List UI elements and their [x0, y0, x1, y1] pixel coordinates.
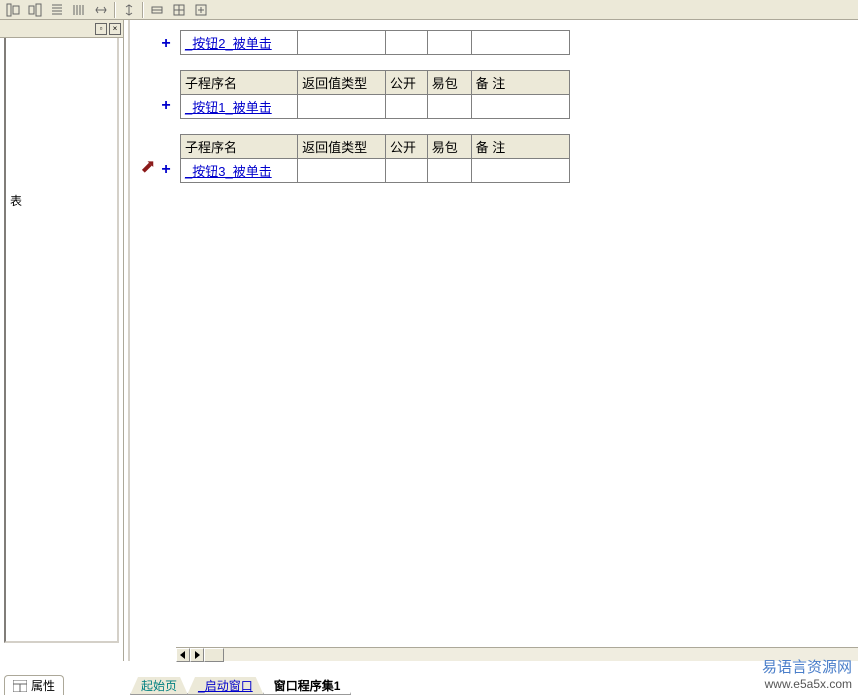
cell-remark[interactable]: [471, 159, 569, 183]
tab-startup-window[interactable]: _启动窗口: [187, 677, 264, 695]
tool-size-h-icon[interactable]: [90, 1, 112, 19]
table-header-row: 子程序名 返回值类型 公开 易包 备 注: [181, 71, 570, 95]
tool-grid-icon[interactable]: [146, 1, 168, 19]
procedure-link[interactable]: _按钮2_被单击: [185, 36, 272, 51]
cell-public[interactable]: [385, 159, 427, 183]
expand-icon[interactable]: +: [160, 100, 172, 112]
cell-return-type[interactable]: [298, 31, 386, 55]
horizontal-scrollbar[interactable]: [176, 647, 858, 661]
code-area[interactable]: _按钮2_被单击 子程序名 返回值类型 公开 易包 备 注 _按钮1_被单击: [178, 20, 858, 648]
left-panel-titlebar: ▫ ×: [0, 20, 123, 38]
panel-close-icon[interactable]: ×: [109, 23, 121, 35]
header-remark: 备 注: [471, 71, 569, 95]
cell-public[interactable]: [385, 31, 427, 55]
cell-epackage[interactable]: [427, 95, 471, 119]
expand-icon[interactable]: +: [160, 164, 172, 176]
editor-tabs: 起始页 _启动窗口 窗口程序集1: [130, 675, 350, 695]
cell-public[interactable]: [385, 95, 427, 119]
header-return-type: 返回值类型: [298, 135, 386, 159]
procedure-table: 子程序名 返回值类型 公开 易包 备 注 _按钮1_被单击: [180, 70, 570, 119]
panel-minimize-icon[interactable]: ▫: [95, 23, 107, 35]
header-public: 公开: [385, 135, 427, 159]
tool-distribute-icon[interactable]: [46, 1, 68, 19]
cell-remark[interactable]: [471, 95, 569, 119]
tool-justify-icon[interactable]: [68, 1, 90, 19]
scroll-right-icon[interactable]: [190, 648, 204, 662]
header-epackage: 易包: [427, 135, 471, 159]
procedure-table: _按钮2_被单击: [180, 30, 570, 55]
cell-return-type[interactable]: [298, 159, 386, 183]
expand-icon[interactable]: +: [160, 38, 172, 50]
toolbar-separator: [114, 2, 116, 18]
tab-procedure-set[interactable]: 窗口程序集1: [263, 677, 352, 695]
watermark: 易语言资源网 www.e5a5x.com: [762, 656, 852, 691]
table-header-row: 子程序名 返回值类型 公开 易包 备 注: [181, 135, 570, 159]
toolbar: [0, 0, 858, 20]
scroll-thumb[interactable]: [204, 648, 224, 662]
tool-align-left-icon[interactable]: [2, 1, 24, 19]
properties-icon: [13, 680, 27, 692]
properties-tab-label: 属性: [31, 677, 55, 694]
edit-marker-icon: [139, 157, 159, 177]
tab-start-page[interactable]: 起始页: [130, 677, 188, 695]
header-return-type: 返回值类型: [298, 71, 386, 95]
table-row[interactable]: _按钮1_被单击: [181, 95, 570, 119]
watermark-url: www.e5a5x.com: [762, 677, 852, 691]
tree-item[interactable]: 表: [10, 42, 113, 209]
table-row[interactable]: _按钮2_被单击: [181, 31, 570, 55]
table-row[interactable]: _按钮3_被单击: [181, 159, 570, 183]
gutter: + + +: [130, 20, 176, 648]
tool-expand-icon[interactable]: [190, 1, 212, 19]
procedure-link[interactable]: _按钮1_被单击: [185, 100, 272, 115]
cell-epackage[interactable]: [427, 159, 471, 183]
header-remark: 备 注: [471, 135, 569, 159]
properties-tab[interactable]: 属性: [4, 675, 64, 695]
header-name: 子程序名: [181, 135, 298, 159]
header-epackage: 易包: [427, 71, 471, 95]
cell-return-type[interactable]: [298, 95, 386, 119]
scroll-left-icon[interactable]: [176, 648, 190, 662]
cell-remark[interactable]: [471, 31, 569, 55]
left-panel-body: 表: [4, 38, 119, 643]
header-name: 子程序名: [181, 71, 298, 95]
tool-size-v-icon[interactable]: [118, 1, 140, 19]
procedure-link[interactable]: _按钮3_被单击: [185, 164, 272, 179]
left-panel: ▫ × 表: [0, 20, 124, 661]
watermark-title: 易语言资源网: [762, 656, 852, 677]
header-public: 公开: [385, 71, 427, 95]
cell-epackage[interactable]: [427, 31, 471, 55]
code-editor: + + + _按钮2_被单击 子程序名 返回值类型 公开 易包 备 注 _: [128, 20, 858, 661]
toolbar-separator: [142, 2, 144, 18]
scroll-track[interactable]: [204, 648, 858, 661]
tool-table-icon[interactable]: [168, 1, 190, 19]
tool-align-center-icon[interactable]: [24, 1, 46, 19]
procedure-table: 子程序名 返回值类型 公开 易包 备 注 _按钮3_被单击: [180, 134, 570, 183]
